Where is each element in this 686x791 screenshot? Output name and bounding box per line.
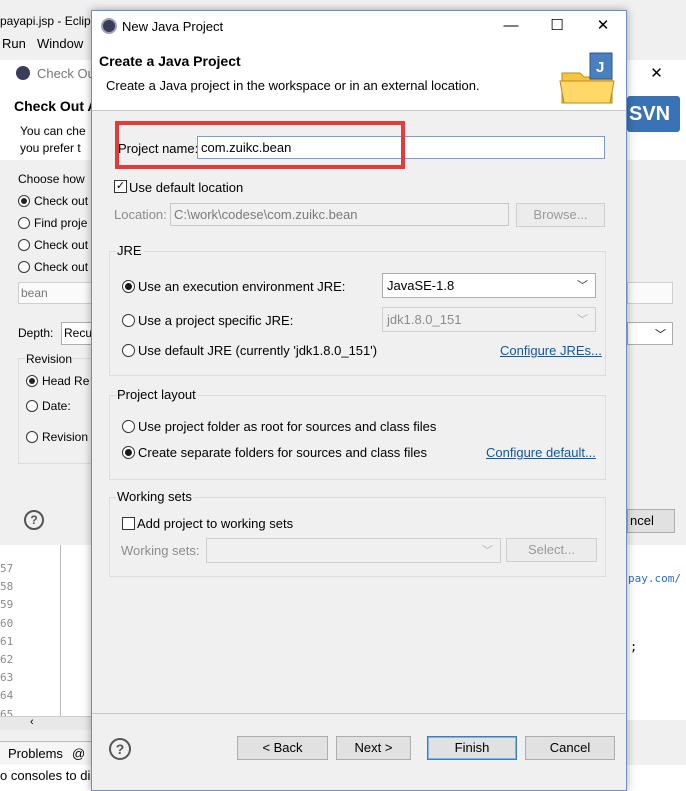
checkout-option-1: Check out	[34, 194, 89, 208]
checkout-option-radio-4[interactable]	[18, 261, 30, 273]
minimize-icon[interactable]: —	[488, 11, 534, 41]
jre-specific-label: Use a project specific JRE:	[138, 313, 294, 328]
problems-tab[interactable]: Problems	[8, 746, 63, 761]
checkout-option-radio-3[interactable]	[18, 239, 30, 251]
configure-default-link[interactable]: Configure default...	[486, 445, 596, 460]
checkout-option-radio-2[interactable]	[18, 217, 30, 229]
checkout-dialog-icon	[16, 66, 30, 80]
code-snippet: pay.com/	[628, 572, 681, 585]
project-name-input[interactable]: com.zuikc.bean	[197, 136, 605, 159]
jre-specific-combo[interactable]: jdk1.8.0_151 ﹀	[382, 307, 596, 332]
checkout-depth-combo[interactable]: Recu	[61, 322, 93, 345]
chevron-down-icon: ﹀	[482, 545, 493, 557]
checkout-choose-label: Choose how	[18, 172, 85, 186]
add-to-working-sets-checkbox[interactable]	[122, 517, 135, 530]
revision-number-radio[interactable]	[26, 431, 38, 443]
chevron-down-icon: ﹀	[577, 280, 588, 292]
maximize-icon[interactable]: ☐	[534, 11, 580, 41]
scroll-left-icon[interactable]: ‹	[30, 716, 34, 728]
checkout-name-field-end	[627, 282, 673, 304]
working-sets-group-label: Working sets	[116, 489, 193, 504]
help-icon[interactable]: ?	[109, 738, 131, 760]
checkout-option-3: Check out	[34, 238, 89, 252]
header-title: Create a Java Project	[99, 53, 241, 69]
checkmark-icon: ✓	[115, 180, 126, 192]
use-default-location-checkbox[interactable]: ✓	[114, 180, 127, 193]
menu-run[interactable]: Run	[2, 36, 26, 51]
code-semicolon: ;	[630, 640, 638, 654]
jre-env-label: Use an execution environment JRE:	[138, 279, 346, 294]
close-icon[interactable]: ✕	[580, 11, 626, 41]
revision-head-radio[interactable]	[26, 375, 38, 387]
jre-default-radio[interactable]	[122, 344, 135, 357]
close-icon[interactable]: ✕	[627, 60, 686, 90]
revision-head: Head Re	[42, 374, 90, 388]
checkout-revision-label: Revision	[26, 352, 73, 366]
checkout-name-field[interactable]: bean	[18, 282, 92, 304]
browse-button[interactable]: Browse...	[516, 203, 605, 227]
project-name-label: Project name:	[118, 141, 199, 156]
checkout-depth-label: Depth:	[18, 326, 54, 340]
revision-date: Date:	[42, 399, 71, 413]
jre-specific-value: jdk1.8.0_151	[387, 312, 462, 327]
layout-separate-label: Create separate folders for sources and …	[138, 445, 428, 460]
checkout-cancel-button[interactable]: ncel	[627, 509, 675, 533]
project-layout-label: Project layout	[116, 387, 197, 402]
editor-window-title: payapi.jsp - Eclip	[0, 14, 91, 28]
configure-jres-link[interactable]: Configure JREs...	[500, 343, 602, 358]
revision-number: Revision	[42, 430, 89, 444]
cancel-button[interactable]: Cancel	[525, 736, 615, 760]
layout-root-label: Use project folder as root for sources a…	[138, 419, 437, 434]
help-icon[interactable]: ?	[24, 510, 44, 530]
header-description: Create a Java project in the workspace o…	[106, 78, 480, 93]
jre-default-label: Use default JRE (currently 'jdk1.8.0_151…	[138, 343, 378, 358]
checkout-desc-1: You can che	[20, 124, 86, 138]
dialog-header: Create a Java Project Create a Java proj…	[92, 41, 626, 111]
new-java-project-dialog: New Java Project — ☐ ✕ Create a Java Pro…	[91, 10, 627, 791]
location-label: Location:	[114, 207, 167, 222]
jre-group-label: JRE	[116, 243, 143, 258]
dialog-title: New Java Project	[122, 19, 224, 34]
horizontal-scrollbar[interactable]	[0, 716, 91, 730]
use-default-location-label: Use default location	[129, 180, 244, 195]
line-numbers: 57 58 59 60 61 62 63 64 65	[0, 562, 14, 721]
jre-specific-radio[interactable]	[122, 314, 135, 327]
back-button[interactable]: < Back	[237, 736, 328, 760]
footer-divider	[92, 713, 626, 714]
jre-env-value: JavaSE-1.8	[387, 278, 455, 293]
working-sets-combo[interactable]: ﹀	[206, 538, 501, 563]
finish-button[interactable]: Finish	[427, 736, 517, 760]
working-sets-label: Working sets:	[121, 543, 200, 558]
at-tab[interactable]: @	[72, 746, 85, 761]
chevron-down-icon: ﹀	[577, 314, 588, 326]
layout-separate-radio[interactable]	[122, 446, 135, 459]
project-layout-group	[109, 395, 606, 480]
layout-root-radio[interactable]	[122, 420, 135, 433]
select-working-sets-button[interactable]: Select...	[506, 538, 597, 562]
dialog-titlebar: New Java Project — ☐ ✕	[92, 11, 626, 41]
checkout-heading: Check Out A	[14, 98, 98, 114]
working-sets-group	[109, 497, 606, 577]
checkout-option-4: Check out	[34, 260, 89, 274]
revision-date-radio[interactable]	[26, 400, 38, 412]
chevron-down-icon[interactable]: ﹀	[627, 322, 673, 345]
checkout-desc-2: you prefer t	[20, 141, 81, 155]
checkout-title: Check Ou	[37, 66, 95, 81]
add-to-working-sets-label: Add project to working sets	[137, 516, 294, 531]
svg-text:J: J	[596, 59, 604, 76]
java-project-folder-icon: J	[559, 52, 615, 104]
location-input[interactable]: C:\work\codese\com.zuikc.bean	[170, 203, 509, 226]
jre-env-combo[interactable]: JavaSE-1.8 ﹀	[382, 273, 596, 298]
svn-logo: SVN	[627, 96, 680, 132]
checkout-option-2: Find proje	[34, 216, 88, 230]
menu-window[interactable]: Window	[37, 36, 83, 51]
jre-env-radio[interactable]	[122, 280, 135, 293]
checkout-option-radio-1[interactable]	[18, 195, 30, 207]
next-button[interactable]: Next >	[336, 736, 411, 760]
eclipse-icon	[101, 18, 117, 34]
